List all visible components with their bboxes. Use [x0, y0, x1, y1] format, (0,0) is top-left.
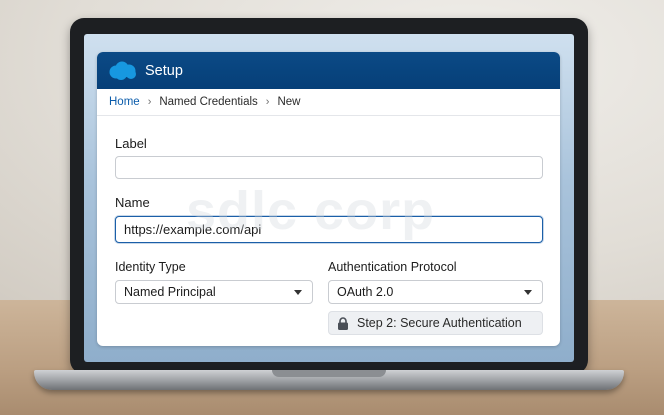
identity-type-select[interactable]: Named Principal	[115, 280, 313, 304]
app-header: Setup	[97, 52, 560, 89]
auth-protocol-label: Authentication Protocol	[328, 260, 457, 274]
app-title: Setup	[145, 62, 183, 79]
breadcrumb-home[interactable]: Home	[109, 96, 140, 108]
chevron-right-icon: ›	[265, 96, 270, 108]
name-field-label: Name	[115, 195, 150, 210]
breadcrumb-new: New	[277, 96, 301, 108]
label-field-label: Label	[115, 136, 147, 151]
step-indicator: Step 2: Secure Authentication	[328, 311, 543, 335]
auth-protocol-value: OAuth 2.0	[337, 285, 394, 299]
laptop-notch	[272, 370, 386, 377]
identity-type-label: Identity Type	[115, 260, 186, 274]
chevron-down-icon	[294, 290, 302, 295]
lock-icon	[338, 316, 348, 330]
cloud-logo-icon	[107, 61, 137, 81]
identity-type-value: Named Principal	[124, 285, 216, 299]
watermark: sdlc corp	[186, 181, 436, 241]
breadcrumb-named-credentials[interactable]: Named Credentials	[159, 96, 257, 108]
label-input[interactable]	[115, 156, 543, 179]
chevron-down-icon	[524, 290, 532, 295]
auth-protocol-select[interactable]: OAuth 2.0	[328, 280, 543, 304]
breadcrumb: Home › Named Credentials › New	[97, 89, 560, 116]
step-label: Step 2: Secure Authentication	[357, 316, 522, 330]
chevron-right-icon: ›	[147, 96, 152, 108]
